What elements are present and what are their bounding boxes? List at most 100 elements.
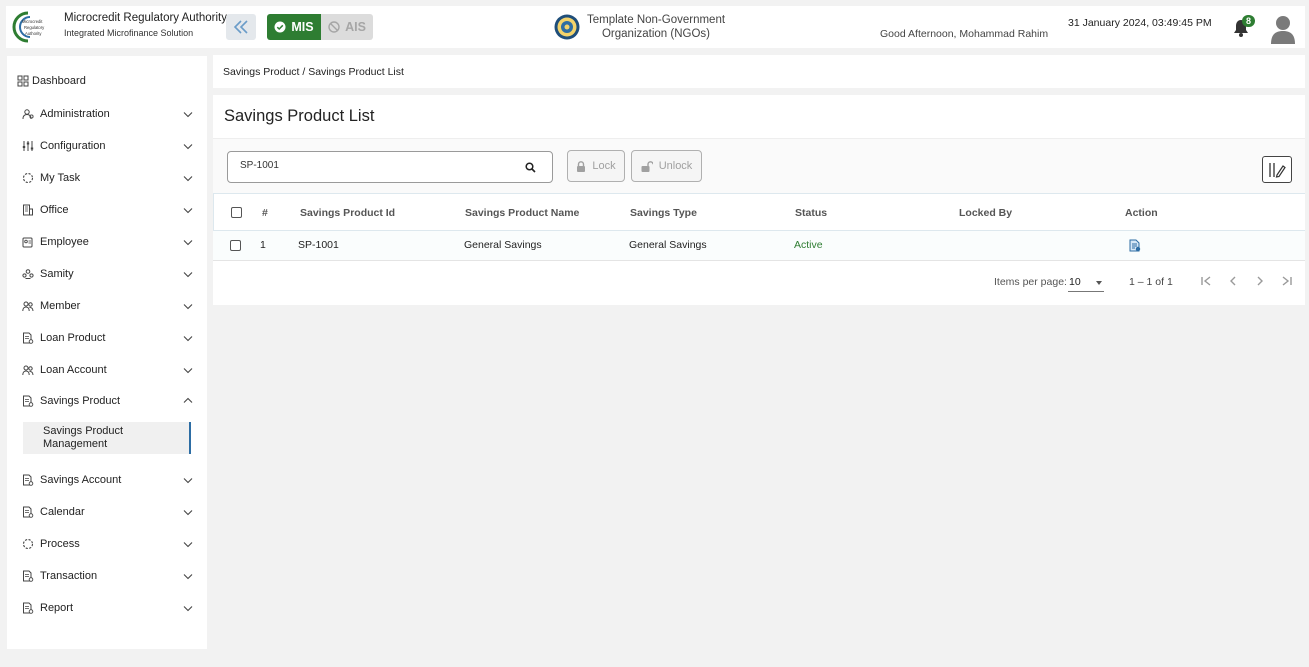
grid-icon <box>17 75 29 87</box>
cell-product-name: General Savings <box>464 239 542 251</box>
chevron-down-icon <box>183 510 193 516</box>
sidebar-item-label: Loan Product <box>40 332 106 344</box>
double-chevron-left-icon <box>233 20 248 34</box>
document-icon <box>23 602 34 614</box>
select-all-checkbox[interactable] <box>231 207 242 218</box>
column-header-action: Action <box>1125 207 1158 219</box>
sidebar-item-report[interactable]: Report <box>7 597 207 619</box>
search-field[interactable] <box>227 151 553 183</box>
cell-savings-type: General Savings <box>629 239 707 251</box>
ais-label: AIS <box>345 20 366 34</box>
next-page-icon[interactable] <box>1253 274 1267 288</box>
page-range-label: 1 – 1 of 1 <box>1129 276 1173 288</box>
breadcrumb: Savings Product / Savings Product List <box>213 55 1305 88</box>
svg-text:Authority: Authority <box>25 31 42 36</box>
sidebar-item-label: Member <box>40 300 81 312</box>
lock-icon <box>577 160 586 172</box>
previous-page-icon[interactable] <box>1226 274 1240 288</box>
sidebar-item-my-task[interactable]: My Task <box>7 167 207 189</box>
organization-seal-icon <box>554 14 580 40</box>
savings-product-list-card: Savings Product List Lock Unlock # Sav <box>213 95 1305 305</box>
column-header-index: # <box>262 207 268 219</box>
check-circle-icon <box>274 21 286 33</box>
sidebar-item-loan-account[interactable]: Loan Account <box>7 359 207 381</box>
column-header-savings-type[interactable]: Savings Type <box>630 207 697 219</box>
sidebar-item-process[interactable]: Process <box>7 533 207 555</box>
page-size-value: 10 <box>1069 276 1081 288</box>
sidebar-item-label: Savings Product <box>40 395 121 407</box>
first-page-icon[interactable] <box>1199 274 1213 288</box>
ban-icon <box>328 21 340 33</box>
current-datetime: 31 January 2024, 03:49:45 PM <box>1068 17 1212 29</box>
user-avatar-icon[interactable] <box>1270 14 1296 44</box>
sidebar-collapse-button[interactable] <box>226 14 256 40</box>
sidebar-subitem-label: Savings Product Management <box>43 425 124 450</box>
sidebar-item-transaction[interactable]: Transaction <box>7 565 207 587</box>
sidebar-item-savings-account[interactable]: Savings Account <box>7 469 207 491</box>
search-input[interactable] <box>240 160 510 171</box>
ais-toggle-button[interactable]: AIS <box>321 14 373 40</box>
sidebar-item-label: Configuration <box>40 140 106 152</box>
sidebar-item-employee[interactable]: Employee <box>7 231 207 253</box>
lock-label: Lock <box>592 160 616 172</box>
badge-icon <box>22 237 33 248</box>
chevron-down-icon <box>183 542 193 548</box>
document-icon <box>23 506 34 518</box>
page-size-select[interactable]: 10 <box>1068 272 1104 292</box>
sidebar-item-office[interactable]: Office <box>7 199 207 221</box>
unlock-icon <box>641 160 653 172</box>
chevron-down-icon <box>183 574 193 580</box>
sidebar-subitem-savings-product-management[interactable]: Savings Product Management <box>23 422 191 454</box>
column-settings-button[interactable] <box>1262 156 1292 183</box>
chevron-down-icon <box>183 368 193 374</box>
chevron-down-icon <box>183 144 193 150</box>
unlock-button[interactable]: Unlock <box>631 150 702 182</box>
table-row[interactable]: 1 SP-1001 General Savings General Saving… <box>213 231 1305 261</box>
dropdown-arrow-icon <box>1096 281 1102 285</box>
column-header-product-id[interactable]: Savings Product Id <box>300 207 395 219</box>
document-icon <box>23 570 34 582</box>
sidebar-item-label: Employee <box>40 236 89 248</box>
sidebar-item-calendar[interactable]: Calendar <box>7 501 207 523</box>
svg-text:Regulatory: Regulatory <box>24 25 45 30</box>
mis-label: MIS <box>291 20 314 34</box>
mra-logo: Microcredit Regulatory Authority <box>12 11 45 43</box>
members-icon <box>22 365 34 376</box>
brand-title: Microcredit Regulatory Authority <box>64 12 227 24</box>
column-header-status[interactable]: Status <box>795 207 827 219</box>
sidebar-item-savings-product[interactable]: Savings Product <box>7 390 207 412</box>
cell-index: 1 <box>260 239 266 251</box>
page-title: Savings Product List <box>224 107 375 125</box>
view-details-icon[interactable] <box>1129 239 1141 252</box>
chevron-down-icon <box>183 176 193 182</box>
lock-button[interactable]: Lock <box>567 150 625 182</box>
brand-subtitle: Integrated Microfinance Solution <box>64 28 194 38</box>
sidebar-item-samity[interactable]: Samity <box>7 263 207 285</box>
group-icon <box>22 269 34 279</box>
chevron-down-icon <box>183 478 193 484</box>
sidebar-item-label: Loan Account <box>40 364 107 376</box>
sidebar-item-loan-product[interactable]: Loan Product <box>7 327 207 349</box>
sidebar-item-label: Office <box>40 204 69 216</box>
breadcrumb-path: Savings Product / Savings Product List <box>223 66 404 78</box>
document-icon <box>23 474 34 486</box>
sidebar-item-configuration[interactable]: Configuration <box>7 135 207 157</box>
last-page-icon[interactable] <box>1280 274 1294 288</box>
sidebar-item-label: Dashboard <box>32 75 86 87</box>
column-edit-icon <box>1269 162 1286 178</box>
chevron-down-icon <box>183 208 193 214</box>
sidebar-item-member[interactable]: Member <box>7 295 207 317</box>
row-checkbox[interactable] <box>230 240 241 251</box>
sidebar-item-administration[interactable]: Administration <box>7 103 207 125</box>
document-icon <box>23 395 34 407</box>
search-icon[interactable] <box>525 162 536 173</box>
mis-toggle-button[interactable]: MIS <box>267 14 321 40</box>
members-icon <box>22 301 34 312</box>
user-greeting: Good Afternoon, Mohammad Rahim <box>880 28 1049 40</box>
column-header-product-name[interactable]: Savings Product Name <box>465 207 579 219</box>
circle-dashed-icon <box>22 172 34 184</box>
column-header-locked-by[interactable]: Locked By <box>959 207 1012 219</box>
building-icon <box>23 204 33 216</box>
sidebar-item-dashboard[interactable]: Dashboard <box>7 70 207 92</box>
sidebar-item-label: Samity <box>40 268 74 280</box>
